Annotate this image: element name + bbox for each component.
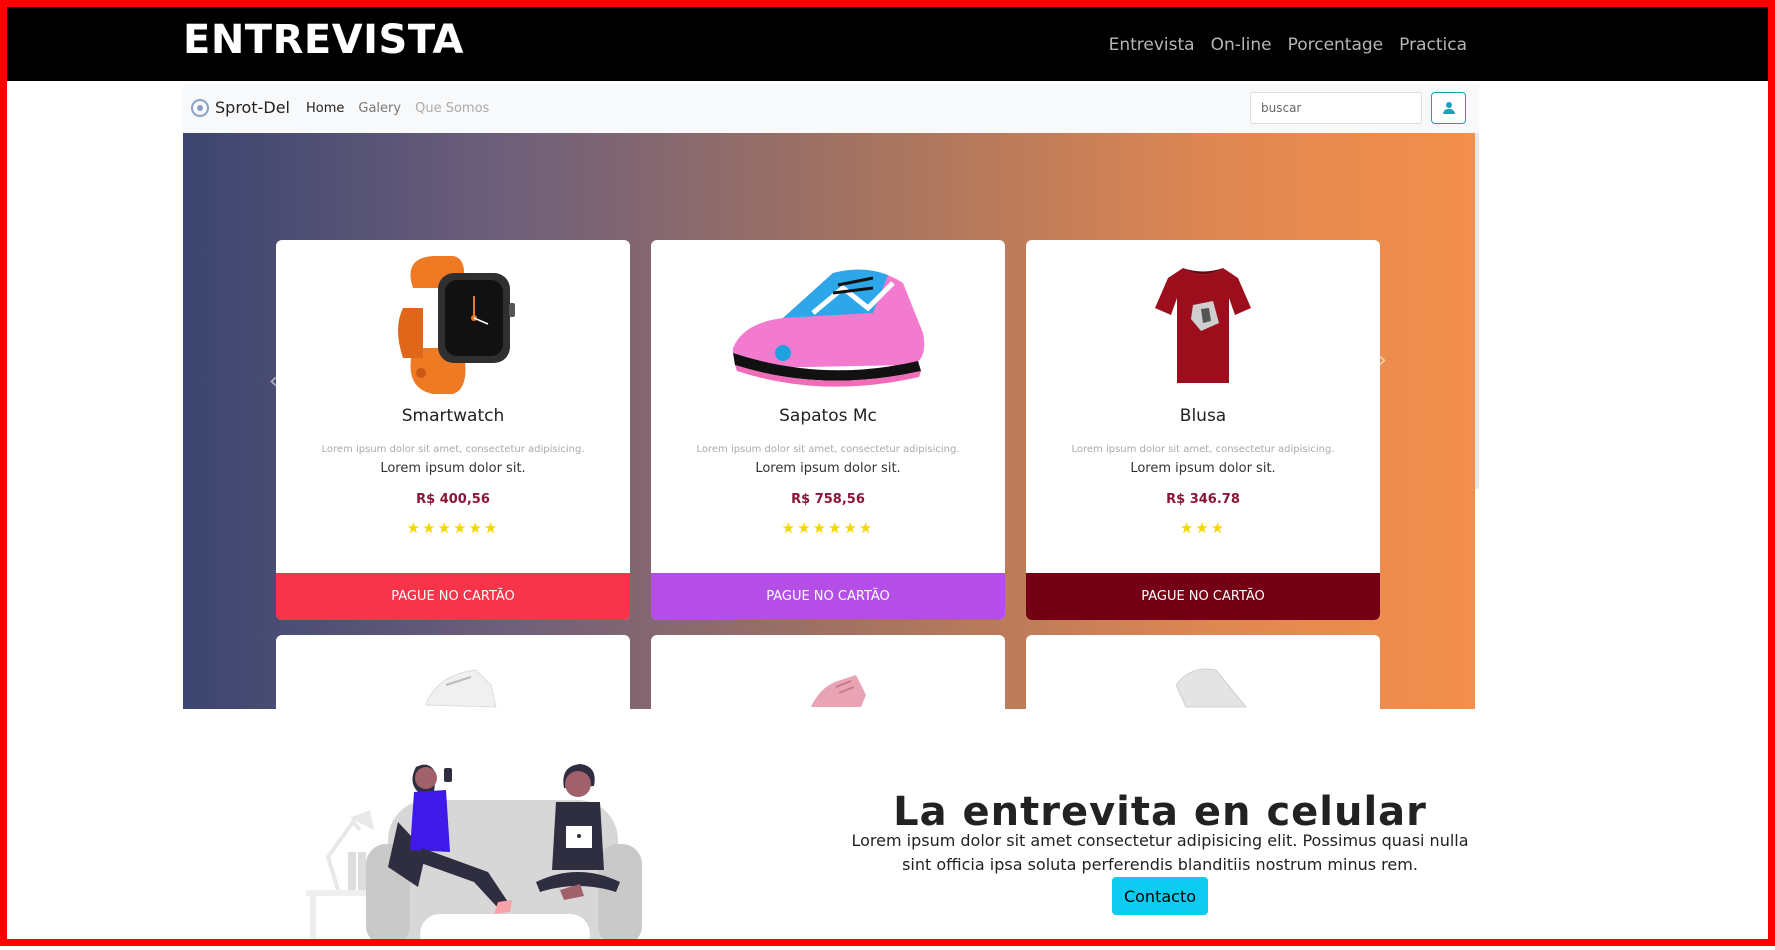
product-subtitle: Lorem ipsum dolor sit. (380, 461, 526, 476)
store-link-galery[interactable]: Galery (358, 101, 401, 116)
product-description: Lorem ipsum dolor sit amet, consectetur … (696, 444, 960, 455)
target-logo-icon (191, 98, 209, 117)
contact-button[interactable]: Contacto (1112, 877, 1208, 915)
product-subtitle: Lorem ipsum dolor sit. (1130, 461, 1276, 476)
nav-link-porcentage[interactable]: Porcentage (1288, 35, 1384, 55)
star-rating: ★★★ (1179, 519, 1227, 537)
couch-illustration (298, 752, 708, 950)
store-link-que-somos[interactable]: Que Somos (415, 101, 489, 116)
store-nav-links: Home Galery Que Somos (306, 101, 489, 116)
top-navbar: ENTREVISTA Entrevista On-line Porcentage… (7, 7, 1768, 81)
product-description: Lorem ipsum dolor sit amet, consectetur … (1071, 444, 1335, 455)
product-title: Sapatos Mc (779, 406, 877, 426)
nav-link-online[interactable]: On-line (1211, 35, 1272, 55)
pay-card-button[interactable]: PAGUE NO CARTÃO (1026, 573, 1380, 620)
star-rating: ★★★★★★ (406, 519, 500, 537)
tshirt-image (1026, 240, 1380, 406)
product-carousel: ‹ › Smartwatch Lorem ipsum dolor sit ame… (183, 133, 1475, 709)
top-nav-links: Entrevista On-line Porcentage Practica (1109, 35, 1467, 55)
product-subtitle: Lorem ipsum dolor sit. (755, 461, 901, 476)
user-icon (1442, 102, 1455, 114)
sneaker-image (651, 240, 1005, 406)
store-navbar: Sprot-Del Home Galery Que Somos buscar (183, 84, 1479, 133)
product-price: R$ 346.78 (1166, 492, 1240, 507)
store-section: Sprot-Del Home Galery Que Somos buscar ‹… (183, 84, 1479, 709)
product-card-sapatos: Sapatos Mc Lorem ipsum dolor sit amet, c… (651, 240, 1005, 620)
product-description: Lorem ipsum dolor sit amet, consectetur … (321, 444, 585, 455)
promo-text: Lorem ipsum dolor sit amet consectetur a… (851, 831, 1469, 874)
nav-link-practica[interactable]: Practica (1399, 35, 1467, 55)
product-card-partial (276, 635, 630, 709)
product-price: R$ 758,56 (791, 492, 865, 507)
nav-link-entrevista[interactable]: Entrevista (1109, 35, 1195, 55)
store-brand-label: Sprot-Del (215, 98, 290, 117)
product-title: Smartwatch (401, 406, 505, 426)
product-title: Blusa (1179, 406, 1227, 426)
product-card-partial (1026, 635, 1380, 709)
product-card-blusa: Blusa Lorem ipsum dolor sit amet, consec… (1026, 240, 1380, 620)
store-link-home[interactable]: Home (306, 101, 344, 116)
pay-card-button[interactable]: PAGUE NO CARTÃO (276, 573, 630, 620)
star-rating: ★★★★★★ (781, 519, 875, 537)
scrollbar[interactable] (1475, 133, 1479, 489)
product-price: R$ 400,56 (416, 492, 490, 507)
user-button[interactable] (1431, 92, 1466, 124)
site-brand[interactable]: ENTREVISTA (183, 17, 464, 63)
store-brand[interactable]: Sprot-Del (191, 98, 290, 117)
product-card-smartwatch: Smartwatch Lorem ipsum dolor sit amet, c… (276, 240, 630, 620)
smartwatch-image (276, 240, 630, 406)
pay-card-button[interactable]: PAGUE NO CARTÃO (651, 573, 1005, 620)
product-card-partial (651, 635, 1005, 709)
search-input[interactable]: buscar (1250, 92, 1422, 124)
